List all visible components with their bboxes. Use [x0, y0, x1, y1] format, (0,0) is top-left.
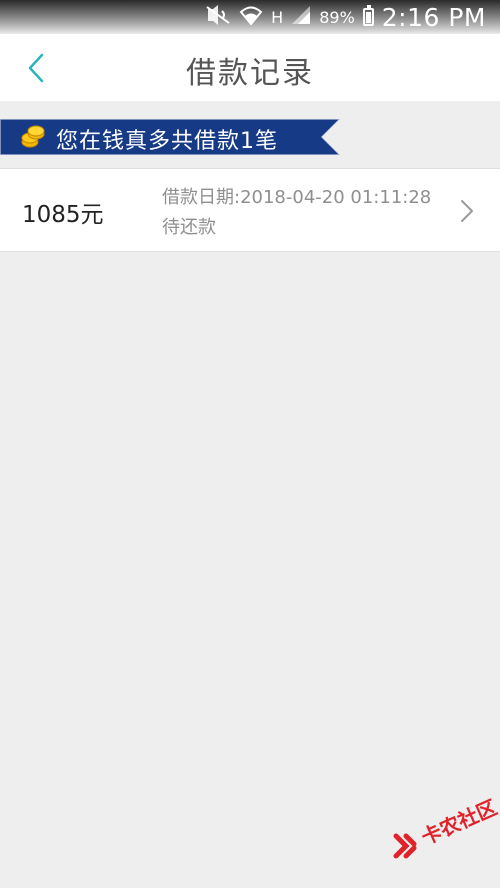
watermark-logo-icon [393, 833, 417, 859]
status-time: 2:16 PM [381, 2, 486, 32]
loan-date-line: 借款日期:2018-04-20 01:11:28 [162, 183, 431, 209]
loan-record-item[interactable]: 1085元 借款日期:2018-04-20 01:11:28 待还款 [0, 168, 500, 252]
banner-text: 您在钱真多共借款1笔 [56, 129, 278, 154]
nav-bar: 借款记录 [0, 34, 500, 101]
network-type-label: H [271, 7, 284, 27]
battery-percentage: 89% [319, 7, 355, 27]
loan-date-value: 2018-04-20 01:11:28 [240, 187, 432, 208]
loan-count-banner: 您在钱真多共借款1笔 [0, 119, 340, 155]
loan-amount: 1085元 [22, 202, 104, 228]
loan-status: 待还款 [162, 217, 216, 238]
battery-icon [362, 5, 374, 26]
coins-icon [20, 124, 46, 150]
loan-date-label: 借款日期: [162, 187, 241, 208]
status-icons: H 89% 2:16 PM [205, 2, 486, 32]
silent-mode-icon [205, 5, 231, 29]
screen: H 89% 2:16 PM 借款记录 您在钱真多共借款1笔 1085元 借款日期… [0, 0, 500, 888]
signal-strength-icon [291, 5, 311, 29]
watermark-text: 卡农社区 [417, 795, 500, 850]
status-bar: H 89% 2:16 PM [0, 0, 500, 34]
chevron-right-icon [461, 200, 473, 222]
page-title: 借款记录 [186, 56, 314, 91]
wifi-icon [239, 5, 263, 29]
watermark: 卡农社区 [392, 795, 500, 868]
